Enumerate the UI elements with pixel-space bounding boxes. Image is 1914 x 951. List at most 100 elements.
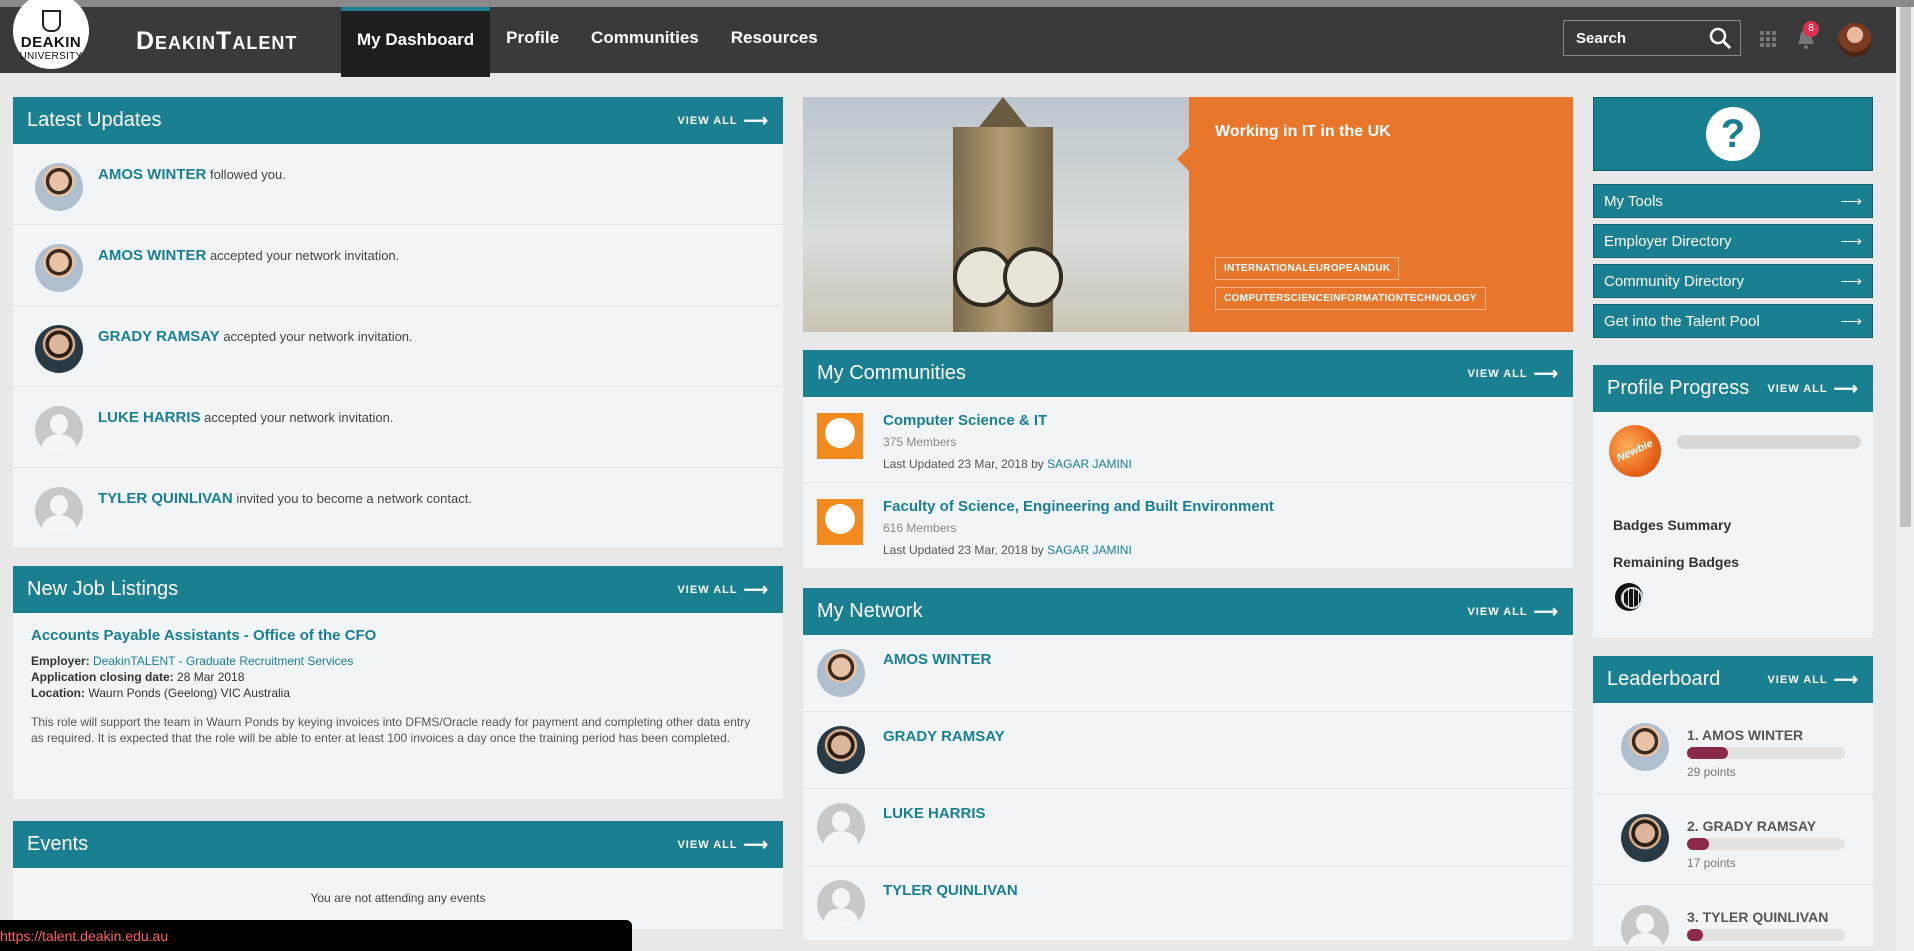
employer-directory-link[interactable]: Employer Directory ⟶ [1593, 224, 1873, 258]
leaderboard-name[interactable]: 1. AMOS WINTER [1687, 727, 1803, 743]
update-user-link[interactable]: AMOS WINTER [98, 247, 206, 264]
list-item: Faculty of Science, Engineering and Buil… [803, 483, 1573, 568]
leaderboard-row: 1. AMOS WINTER 29 points [1593, 703, 1873, 794]
job-item: Accounts Payable Assistants - Office of … [13, 613, 783, 760]
arrow-right-icon: ⟶ [743, 110, 769, 130]
avatar[interactable] [817, 726, 865, 774]
tag-international[interactable]: INTERNATIONALEUROPEANDUK [1215, 257, 1400, 280]
nav-resources[interactable]: Resources [715, 7, 834, 73]
avatar[interactable] [1621, 814, 1669, 862]
remaining-badges-label: Remaining Badges [1613, 554, 1740, 570]
avatar[interactable] [1621, 905, 1669, 946]
update-text: accepted your network invitation. [204, 410, 394, 425]
crest-icon [41, 10, 61, 32]
network-view-all[interactable]: VIEW ALL ⟶ [1467, 602, 1559, 622]
update-user-link[interactable]: TYLER QUINLIVAN [98, 490, 233, 507]
scrollbar-thumb[interactable] [1900, 7, 1911, 527]
avatar[interactable] [817, 880, 865, 928]
network-contact-link[interactable]: TYLER QUINLIVAN [883, 882, 1018, 899]
network-contact-link[interactable]: GRADY RAMSAY [883, 728, 1005, 745]
page-scrollbar[interactable] [1896, 7, 1914, 951]
leaderboard-bar [1687, 747, 1845, 759]
deakin-logo[interactable]: DEAKIN UNIVERSITY [13, 0, 89, 69]
help-button[interactable]: ? [1593, 97, 1873, 171]
latest-updates-header: Latest Updates VIEW ALL ⟶ [13, 97, 783, 144]
events-title: Events [27, 833, 89, 855]
leaderboard-row: 3. TYLER QUINLIVAN [1593, 885, 1873, 946]
arrow-right-icon: ⟶ [1833, 378, 1859, 398]
leaderboard-bar [1687, 838, 1845, 850]
leaderboard-title: Leaderboard [1607, 668, 1721, 690]
community-logo-icon[interactable] [817, 499, 863, 545]
community-name-link[interactable]: Computer Science & IT [883, 412, 1047, 429]
avatar[interactable] [817, 649, 865, 697]
community-name-link[interactable]: Faculty of Science, Engineering and Buil… [883, 498, 1274, 515]
globe-badge-icon[interactable] [1615, 583, 1643, 611]
communities-header: My Communities VIEW ALL ⟶ [803, 350, 1573, 397]
list-item: GRADY RAMSAY [803, 712, 1573, 789]
profile-progress-bar [1677, 435, 1861, 449]
leaderboard-view-all[interactable]: VIEW ALL ⟶ [1767, 670, 1859, 690]
job-title-link[interactable]: Accounts Payable Assistants - Office of … [31, 627, 765, 644]
communities-panel: My Communities VIEW ALL ⟶ Computer Scienc… [803, 350, 1573, 568]
arrow-right-icon: ⟶ [1840, 313, 1862, 330]
community-updated-by-link[interactable]: SAGAR JAMINI [1047, 457, 1132, 471]
community-logo-icon[interactable] [817, 413, 863, 459]
network-title: My Network [817, 600, 923, 622]
main-menu: My Dashboard Profile Communities Resourc… [341, 7, 834, 77]
network-contact-link[interactable]: LUKE HARRIS [883, 805, 986, 822]
leaderboard-name[interactable]: 3. TYLER QUINLIVAN [1687, 909, 1828, 925]
employer-link[interactable]: DeakinTALENT - Graduate Recruitment Serv… [93, 654, 353, 668]
profile-progress-view-all[interactable]: VIEW ALL ⟶ [1767, 379, 1859, 399]
my-tools-link[interactable]: My Tools ⟶ [1593, 184, 1873, 218]
update-user-link[interactable]: GRADY RAMSAY [98, 328, 220, 345]
update-text: invited you to become a network contact. [236, 491, 472, 506]
update-user-link[interactable]: LUKE HARRIS [98, 409, 201, 426]
leaderboard-header: Leaderboard VIEW ALL ⟶ [1593, 656, 1873, 703]
community-updated-by-link[interactable]: SAGAR JAMINI [1047, 543, 1132, 557]
latest-updates-panel: Latest Updates VIEW ALL ⟶ AMOS WINTER fol… [13, 97, 783, 547]
avatar[interactable] [35, 406, 83, 454]
community-updated: Last Updated 23 Mar, 2018 by [883, 457, 1044, 471]
featured-article[interactable]: Working in IT in the UK INTERNATIONALEUR… [803, 97, 1573, 332]
arrow-right-icon: ⟶ [1533, 363, 1559, 383]
network-contact-link[interactable]: AMOS WINTER [883, 651, 991, 668]
leaderboard-name[interactable]: 2. GRADY RAMSAY [1687, 818, 1816, 834]
featured-article-title[interactable]: Working in IT in the UK [1215, 123, 1391, 141]
avatar[interactable] [35, 487, 83, 535]
nav-profile[interactable]: Profile [490, 7, 575, 73]
latest-updates-title: Latest Updates [27, 109, 162, 131]
avatar[interactable] [35, 244, 83, 292]
brand-title[interactable]: DeakinTalent [136, 21, 297, 61]
update-user-link[interactable]: AMOS WINTER [98, 166, 206, 183]
apps-grid-icon[interactable] [1760, 31, 1776, 47]
nav-my-dashboard[interactable]: My Dashboard [341, 7, 491, 77]
search-icon[interactable] [1708, 26, 1732, 50]
leaderboard-points: 17 points [1687, 856, 1736, 870]
avatar[interactable] [35, 325, 83, 373]
events-view-all[interactable]: VIEW ALL ⟶ [677, 835, 769, 855]
search-box [1563, 20, 1741, 56]
avatar[interactable] [817, 803, 865, 851]
question-icon: ? [1706, 107, 1760, 161]
badges-summary-label[interactable]: Badges Summary [1613, 517, 1731, 533]
avatar[interactable] [1621, 723, 1669, 771]
talent-pool-link[interactable]: Get into the Talent Pool ⟶ [1593, 304, 1873, 338]
status-url: https://talent.deakin.edu.au [0, 928, 169, 944]
community-members: 375 Members [883, 435, 957, 449]
community-directory-link[interactable]: Community Directory ⟶ [1593, 264, 1873, 298]
user-avatar[interactable] [1838, 23, 1872, 57]
nav-communities[interactable]: Communities [575, 7, 715, 73]
avatar[interactable] [35, 163, 83, 211]
closing-date: 28 Mar 2018 [177, 670, 245, 684]
leaderboard-panel: Leaderboard VIEW ALL ⟶ 1. AMOS WINTER 29 … [1593, 656, 1873, 946]
job-listings-header: New Job Listings VIEW ALL ⟶ [13, 566, 783, 613]
job-listings-view-all[interactable]: VIEW ALL ⟶ [677, 580, 769, 600]
leaderboard-points: 29 points [1687, 765, 1736, 779]
tag-computer-science[interactable]: COMPUTERSCIENCEINFORMATIONTECHNOLOGY [1215, 287, 1486, 310]
community-updated: Last Updated 23 Mar, 2018 by [883, 543, 1044, 557]
communities-view-all[interactable]: VIEW ALL ⟶ [1467, 364, 1559, 384]
latest-updates-view-all[interactable]: VIEW ALL ⟶ [677, 111, 769, 131]
search-input[interactable] [1574, 28, 1708, 48]
logo-line2: UNIVERSITY [19, 51, 83, 62]
